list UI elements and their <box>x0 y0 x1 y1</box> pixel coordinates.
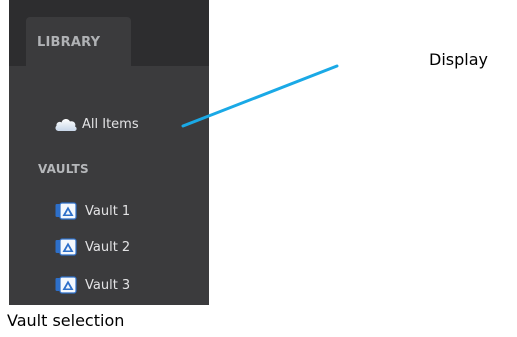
vault-selection-caption: Vault selection <box>7 311 125 330</box>
display-callout-label: Display <box>429 50 488 69</box>
